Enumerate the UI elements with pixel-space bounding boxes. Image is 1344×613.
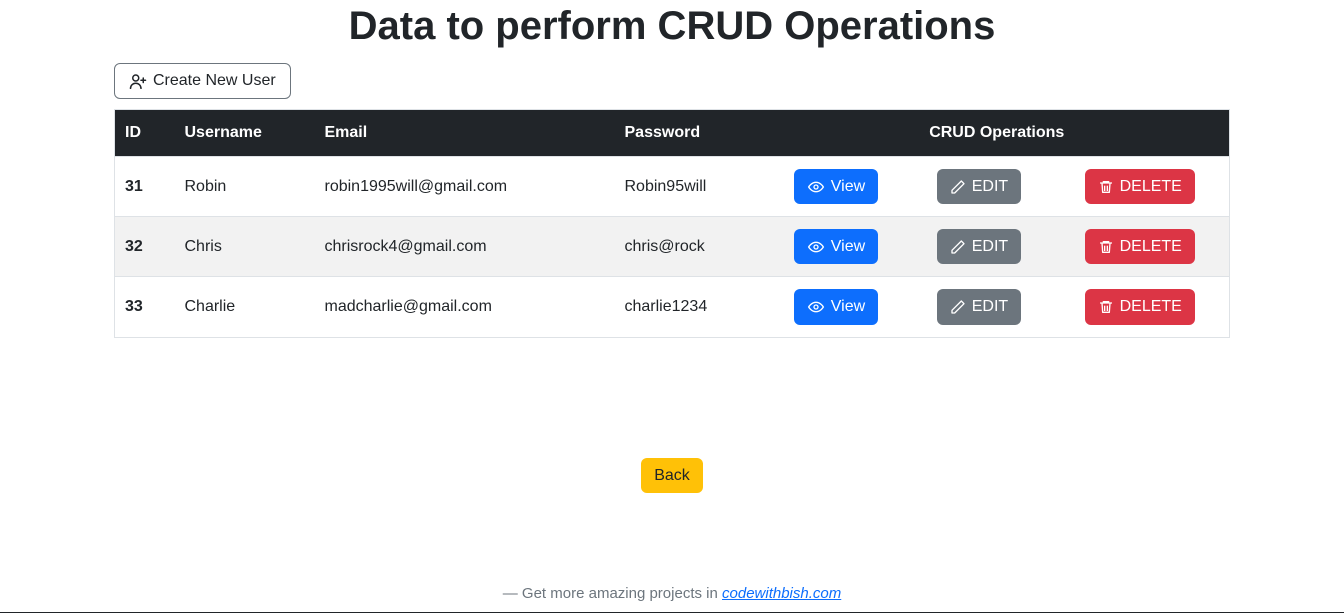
trash-icon	[1098, 299, 1114, 315]
cell-username: Robin	[175, 157, 315, 217]
back-button[interactable]: Back	[641, 458, 703, 493]
cell-id: 32	[115, 217, 175, 277]
cell-username: Chris	[175, 217, 315, 277]
create-new-user-label: Create New User	[153, 72, 276, 90]
view-button[interactable]: View	[794, 289, 878, 324]
footer-link[interactable]: codewithbish.com	[722, 585, 841, 602]
cell-email: madcharlie@gmail.com	[315, 277, 615, 337]
edit-button[interactable]: EDIT	[937, 229, 1021, 264]
eye-icon	[807, 179, 825, 195]
pencil-icon	[950, 299, 966, 315]
eye-icon	[807, 299, 825, 315]
view-button[interactable]: View	[794, 229, 878, 264]
eye-icon	[807, 239, 825, 255]
cell-id: 31	[115, 157, 175, 217]
trash-icon	[1098, 239, 1114, 255]
trash-icon	[1098, 179, 1114, 195]
edit-button-label: EDIT	[972, 177, 1008, 196]
page-title: Data to perform CRUD Operations	[114, 4, 1230, 49]
cell-username: Charlie	[175, 277, 315, 337]
col-password: Password	[615, 110, 765, 157]
pencil-icon	[950, 179, 966, 195]
col-id: ID	[115, 110, 175, 157]
table-header-row: ID Username Email Password CRUD Operatio…	[115, 110, 1230, 157]
users-table: ID Username Email Password CRUD Operatio…	[114, 109, 1230, 338]
col-ops: CRUD Operations	[765, 110, 1230, 157]
cell-password: Robin95will	[615, 157, 765, 217]
pencil-icon	[950, 239, 966, 255]
edit-button[interactable]: EDIT	[937, 289, 1021, 324]
view-button-label: View	[831, 177, 865, 196]
footer-prefix: — Get more amazing projects in	[503, 585, 722, 602]
view-button-label: View	[831, 237, 865, 256]
cell-email: robin1995will@gmail.com	[315, 157, 615, 217]
col-email: Email	[315, 110, 615, 157]
delete-button-label: DELETE	[1120, 177, 1182, 196]
edit-button[interactable]: EDIT	[937, 169, 1021, 204]
cell-email: chrisrock4@gmail.com	[315, 217, 615, 277]
delete-button-label: DELETE	[1120, 297, 1182, 316]
cell-password: charlie1234	[615, 277, 765, 337]
delete-button[interactable]: DELETE	[1085, 289, 1195, 324]
cell-password: chris@rock	[615, 217, 765, 277]
edit-button-label: EDIT	[972, 297, 1008, 316]
create-new-user-button[interactable]: Create New User	[114, 63, 291, 99]
delete-button-label: DELETE	[1120, 237, 1182, 256]
cell-id: 33	[115, 277, 175, 337]
user-plus-icon	[129, 73, 147, 89]
table-row: 33 Charlie madcharlie@gmail.com charlie1…	[115, 277, 1230, 337]
delete-button[interactable]: DELETE	[1085, 229, 1195, 264]
edit-button-label: EDIT	[972, 237, 1008, 256]
view-button-label: View	[831, 297, 865, 316]
view-button[interactable]: View	[794, 169, 878, 204]
col-username: Username	[175, 110, 315, 157]
table-row: 32 Chris chrisrock4@gmail.com chris@rock…	[115, 217, 1230, 277]
footer: — Get more amazing projects in codewithb…	[0, 585, 1344, 608]
delete-button[interactable]: DELETE	[1085, 169, 1195, 204]
table-row: 31 Robin robin1995will@gmail.com Robin95…	[115, 157, 1230, 217]
